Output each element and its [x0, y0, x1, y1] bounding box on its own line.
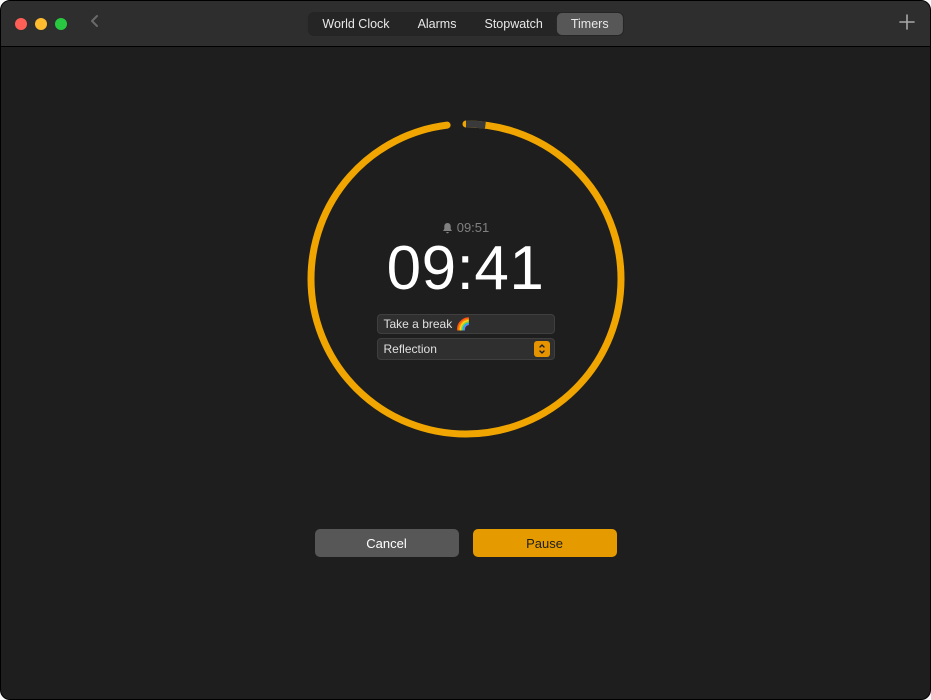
tab-world-clock[interactable]: World Clock: [308, 13, 403, 35]
timer-sound-value: Reflection: [384, 342, 437, 356]
tab-stopwatch[interactable]: Stopwatch: [470, 13, 556, 35]
timer-info: 09:51 09:41 Take a break 🌈 Reflection: [306, 119, 626, 439]
close-window-button[interactable]: [15, 18, 27, 30]
back-button[interactable]: [89, 13, 101, 34]
select-stepper-icon: [534, 341, 550, 357]
minimize-window-button[interactable]: [35, 18, 47, 30]
tab-timers[interactable]: Timers: [557, 13, 623, 35]
mode-tabs: World Clock Alarms Stopwatch Timers: [307, 12, 623, 36]
zoom-window-button[interactable]: [55, 18, 67, 30]
timer-label-field[interactable]: Take a break 🌈: [377, 314, 555, 334]
window-controls: [15, 18, 67, 30]
add-timer-button[interactable]: [898, 13, 916, 35]
chevron-updown-icon: [538, 343, 546, 355]
clock-window: World Clock Alarms Stopwatch Timers: [0, 0, 931, 700]
tab-alarms[interactable]: Alarms: [404, 13, 471, 35]
plus-icon: [898, 13, 916, 31]
titlebar: World Clock Alarms Stopwatch Timers: [1, 1, 930, 47]
timer-label-text: Take a break 🌈: [384, 317, 471, 331]
timer-sound-select[interactable]: Reflection: [377, 338, 555, 360]
timer-content: 09:51 09:41 Take a break 🌈 Reflection: [1, 47, 930, 699]
cancel-button[interactable]: Cancel: [315, 529, 459, 557]
chevron-left-icon: [89, 13, 101, 29]
countdown-value: 09:41: [387, 233, 545, 304]
pause-button[interactable]: Pause: [473, 529, 617, 557]
timer-ring: 09:51 09:41 Take a break 🌈 Reflection: [306, 119, 626, 439]
timer-actions: Cancel Pause: [315, 529, 617, 557]
bell-icon: [442, 222, 453, 234]
